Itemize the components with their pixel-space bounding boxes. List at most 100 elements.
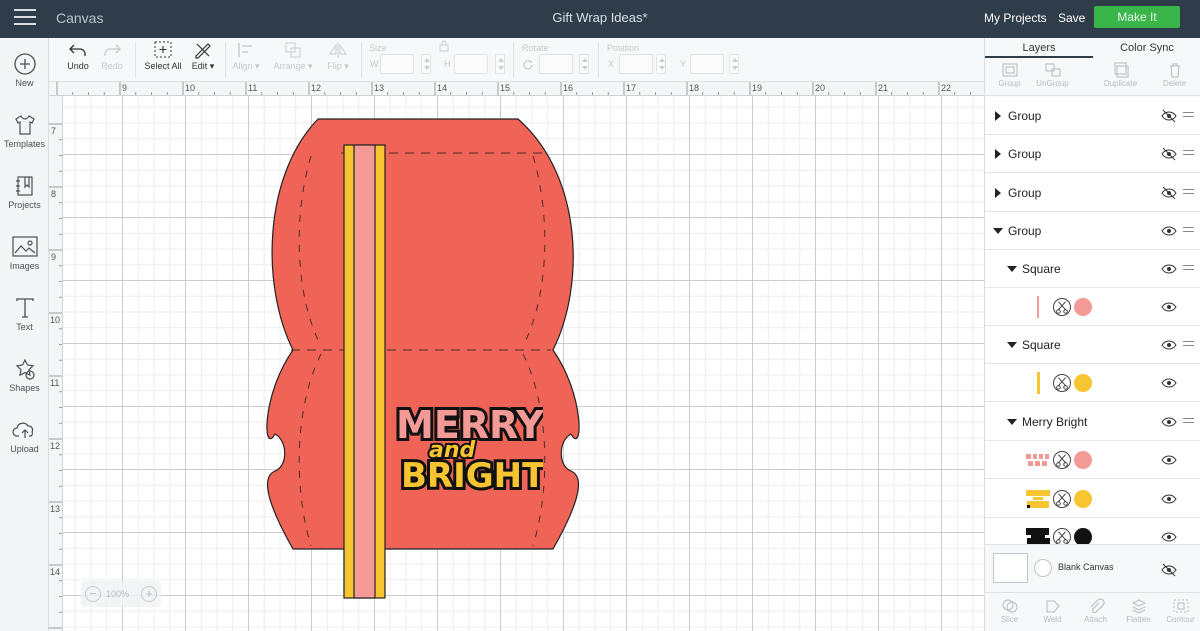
- eye-icon[interactable]: [1161, 224, 1177, 238]
- shapes-button[interactable]: Shapes: [0, 357, 49, 393]
- weld-label: Weld: [1043, 615, 1062, 624]
- layer-row-group[interactable]: Group: [985, 135, 1200, 173]
- eye-icon[interactable]: [1161, 530, 1177, 544]
- width-stepper[interactable]: [421, 54, 431, 74]
- drag-handle-icon[interactable]: [1183, 418, 1194, 426]
- ruler-label: 17: [626, 83, 637, 93]
- color-swatch[interactable]: [1074, 490, 1092, 508]
- layer-row-group-expanded[interactable]: Group: [985, 212, 1200, 250]
- layer-row-text-pink[interactable]: [985, 441, 1200, 479]
- eye-icon[interactable]: [1161, 453, 1177, 467]
- collapse-icon[interactable]: [993, 228, 1003, 234]
- eye-hidden-icon[interactable]: [1161, 147, 1177, 161]
- eye-icon[interactable]: [1161, 376, 1177, 390]
- flatten-button[interactable]: Flatten: [1117, 598, 1160, 624]
- expand-icon[interactable]: [995, 188, 1001, 198]
- upload-button[interactable]: Upload: [0, 418, 49, 454]
- eye-icon[interactable]: [1161, 492, 1177, 506]
- redo-button[interactable]: Redo: [99, 41, 125, 71]
- text-button[interactable]: Text: [0, 296, 49, 332]
- eye-icon[interactable]: [1161, 338, 1177, 352]
- scissors-icon[interactable]: [1053, 528, 1071, 544]
- save-button[interactable]: Save: [1058, 11, 1085, 25]
- drag-handle-icon[interactable]: [1183, 189, 1194, 197]
- layer-row-group[interactable]: Group: [985, 97, 1200, 135]
- select-all-button[interactable]: Select All: [143, 41, 183, 71]
- color-swatch[interactable]: [1074, 528, 1092, 544]
- flip-dropdown[interactable]: Flip ▾: [323, 41, 353, 72]
- expand-icon[interactable]: [995, 111, 1001, 121]
- scissors-icon[interactable]: [1053, 490, 1071, 508]
- my-projects-link[interactable]: My Projects: [984, 11, 1047, 25]
- canvas-color-square[interactable]: [993, 553, 1028, 583]
- rotate-stepper[interactable]: [579, 54, 589, 74]
- drag-handle-icon[interactable]: [1183, 227, 1194, 235]
- collapse-icon[interactable]: [1007, 419, 1017, 425]
- y-position-input[interactable]: [690, 54, 724, 74]
- ruler-label: 11: [248, 83, 258, 93]
- layer-row-square[interactable]: Square: [985, 326, 1200, 364]
- canvas-color-swatch[interactable]: [1034, 559, 1052, 577]
- tab-color-sync[interactable]: Color Sync: [1093, 38, 1200, 58]
- x-stepper[interactable]: [656, 54, 666, 74]
- collapse-icon[interactable]: [1007, 266, 1017, 272]
- align-dropdown[interactable]: Align ▾: [231, 41, 261, 72]
- eye-icon[interactable]: [1161, 262, 1177, 276]
- make-it-button[interactable]: Make It: [1094, 6, 1180, 28]
- drag-handle-icon[interactable]: [1183, 265, 1194, 273]
- scissors-icon[interactable]: [1053, 451, 1071, 469]
- undo-button[interactable]: Undo: [65, 41, 91, 71]
- height-input[interactable]: [454, 54, 488, 74]
- layer-row-text-black[interactable]: [985, 518, 1200, 544]
- color-swatch[interactable]: [1074, 374, 1092, 392]
- scissors-icon[interactable]: [1053, 374, 1071, 392]
- zoom-out-button[interactable]: −: [85, 586, 101, 602]
- scissors-icon[interactable]: [1053, 298, 1071, 316]
- eye-icon[interactable]: [1161, 300, 1177, 314]
- eye-hidden-icon[interactable]: [1161, 186, 1177, 200]
- lock-icon[interactable]: [438, 40, 450, 52]
- expand-icon[interactable]: [995, 149, 1001, 159]
- weld-button[interactable]: Weld: [1031, 598, 1074, 624]
- arrange-dropdown[interactable]: Arrange ▾: [271, 41, 315, 72]
- edit-dropdown[interactable]: Edit ▾: [187, 41, 219, 72]
- collapse-icon[interactable]: [1007, 342, 1017, 348]
- y-stepper[interactable]: [729, 54, 739, 74]
- drag-handle-icon[interactable]: [1183, 341, 1194, 349]
- layer-row-shape[interactable]: [985, 288, 1200, 326]
- images-button[interactable]: Images: [0, 235, 49, 271]
- menu-icon[interactable]: [14, 9, 36, 27]
- pillow-box-design[interactable]: [63, 96, 984, 631]
- eye-icon[interactable]: [1161, 415, 1177, 429]
- projects-button[interactable]: Projects: [0, 174, 49, 210]
- height-stepper[interactable]: [495, 54, 505, 74]
- new-button[interactable]: New: [0, 52, 49, 88]
- group-button[interactable]: Group: [988, 62, 1031, 88]
- drag-handle-icon[interactable]: [1183, 112, 1194, 120]
- layer-row-square[interactable]: Square: [985, 250, 1200, 288]
- eye-hidden-icon[interactable]: [1161, 109, 1177, 123]
- color-swatch[interactable]: [1074, 451, 1092, 469]
- ungroup-button[interactable]: UnGroup: [1031, 62, 1074, 88]
- contour-button[interactable]: Contour: [1159, 598, 1200, 624]
- layer-row-merry-bright[interactable]: Merry Bright: [985, 403, 1200, 441]
- eye-hidden-icon[interactable]: [1161, 563, 1177, 577]
- width-input[interactable]: [380, 54, 414, 74]
- pink-stripe[interactable]: [353, 144, 376, 599]
- layer-row-group[interactable]: Group: [985, 174, 1200, 212]
- attach-button[interactable]: Attach: [1074, 598, 1117, 624]
- drag-handle-icon[interactable]: [1183, 150, 1194, 158]
- layer-row-shape[interactable]: [985, 364, 1200, 402]
- slice-button[interactable]: Slice: [988, 598, 1031, 624]
- tab-layers[interactable]: Layers: [985, 38, 1093, 58]
- rotate-input[interactable]: [539, 54, 573, 74]
- color-swatch[interactable]: [1074, 298, 1092, 316]
- x-position-input[interactable]: [619, 54, 653, 74]
- delete-button[interactable]: Delete: [1153, 62, 1196, 88]
- merry-bright-artwork[interactable]: MERRY MERRY and and BRIGHT BRIGHT: [393, 393, 543, 503]
- design-canvas[interactable]: MERRY MERRY and and BRIGHT BRIGHT − 100%…: [63, 96, 984, 631]
- layer-row-text-yellow[interactable]: [985, 480, 1200, 518]
- templates-button[interactable]: Templates: [0, 113, 49, 149]
- duplicate-button[interactable]: Duplicate: [1099, 62, 1142, 88]
- zoom-in-button[interactable]: +: [141, 586, 157, 602]
